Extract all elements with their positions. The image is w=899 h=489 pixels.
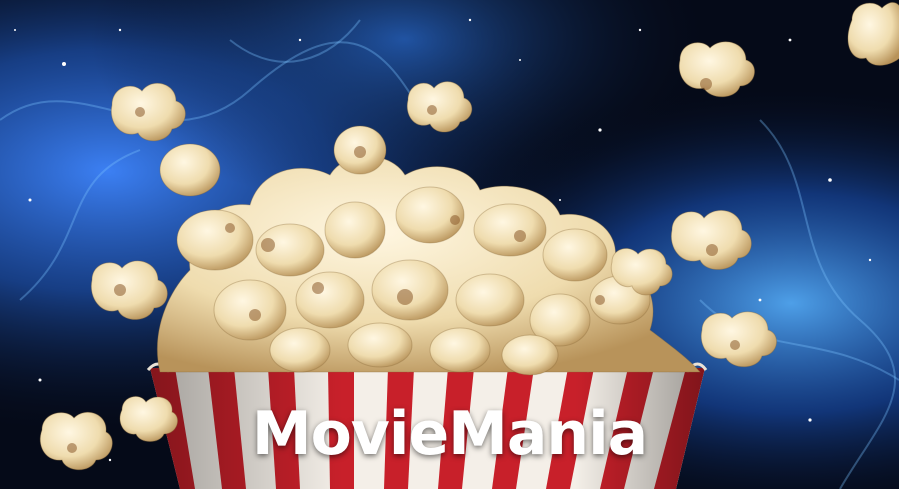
hero-banner: MovieMania <box>0 0 899 489</box>
brand-title: MovieMania <box>251 399 648 469</box>
